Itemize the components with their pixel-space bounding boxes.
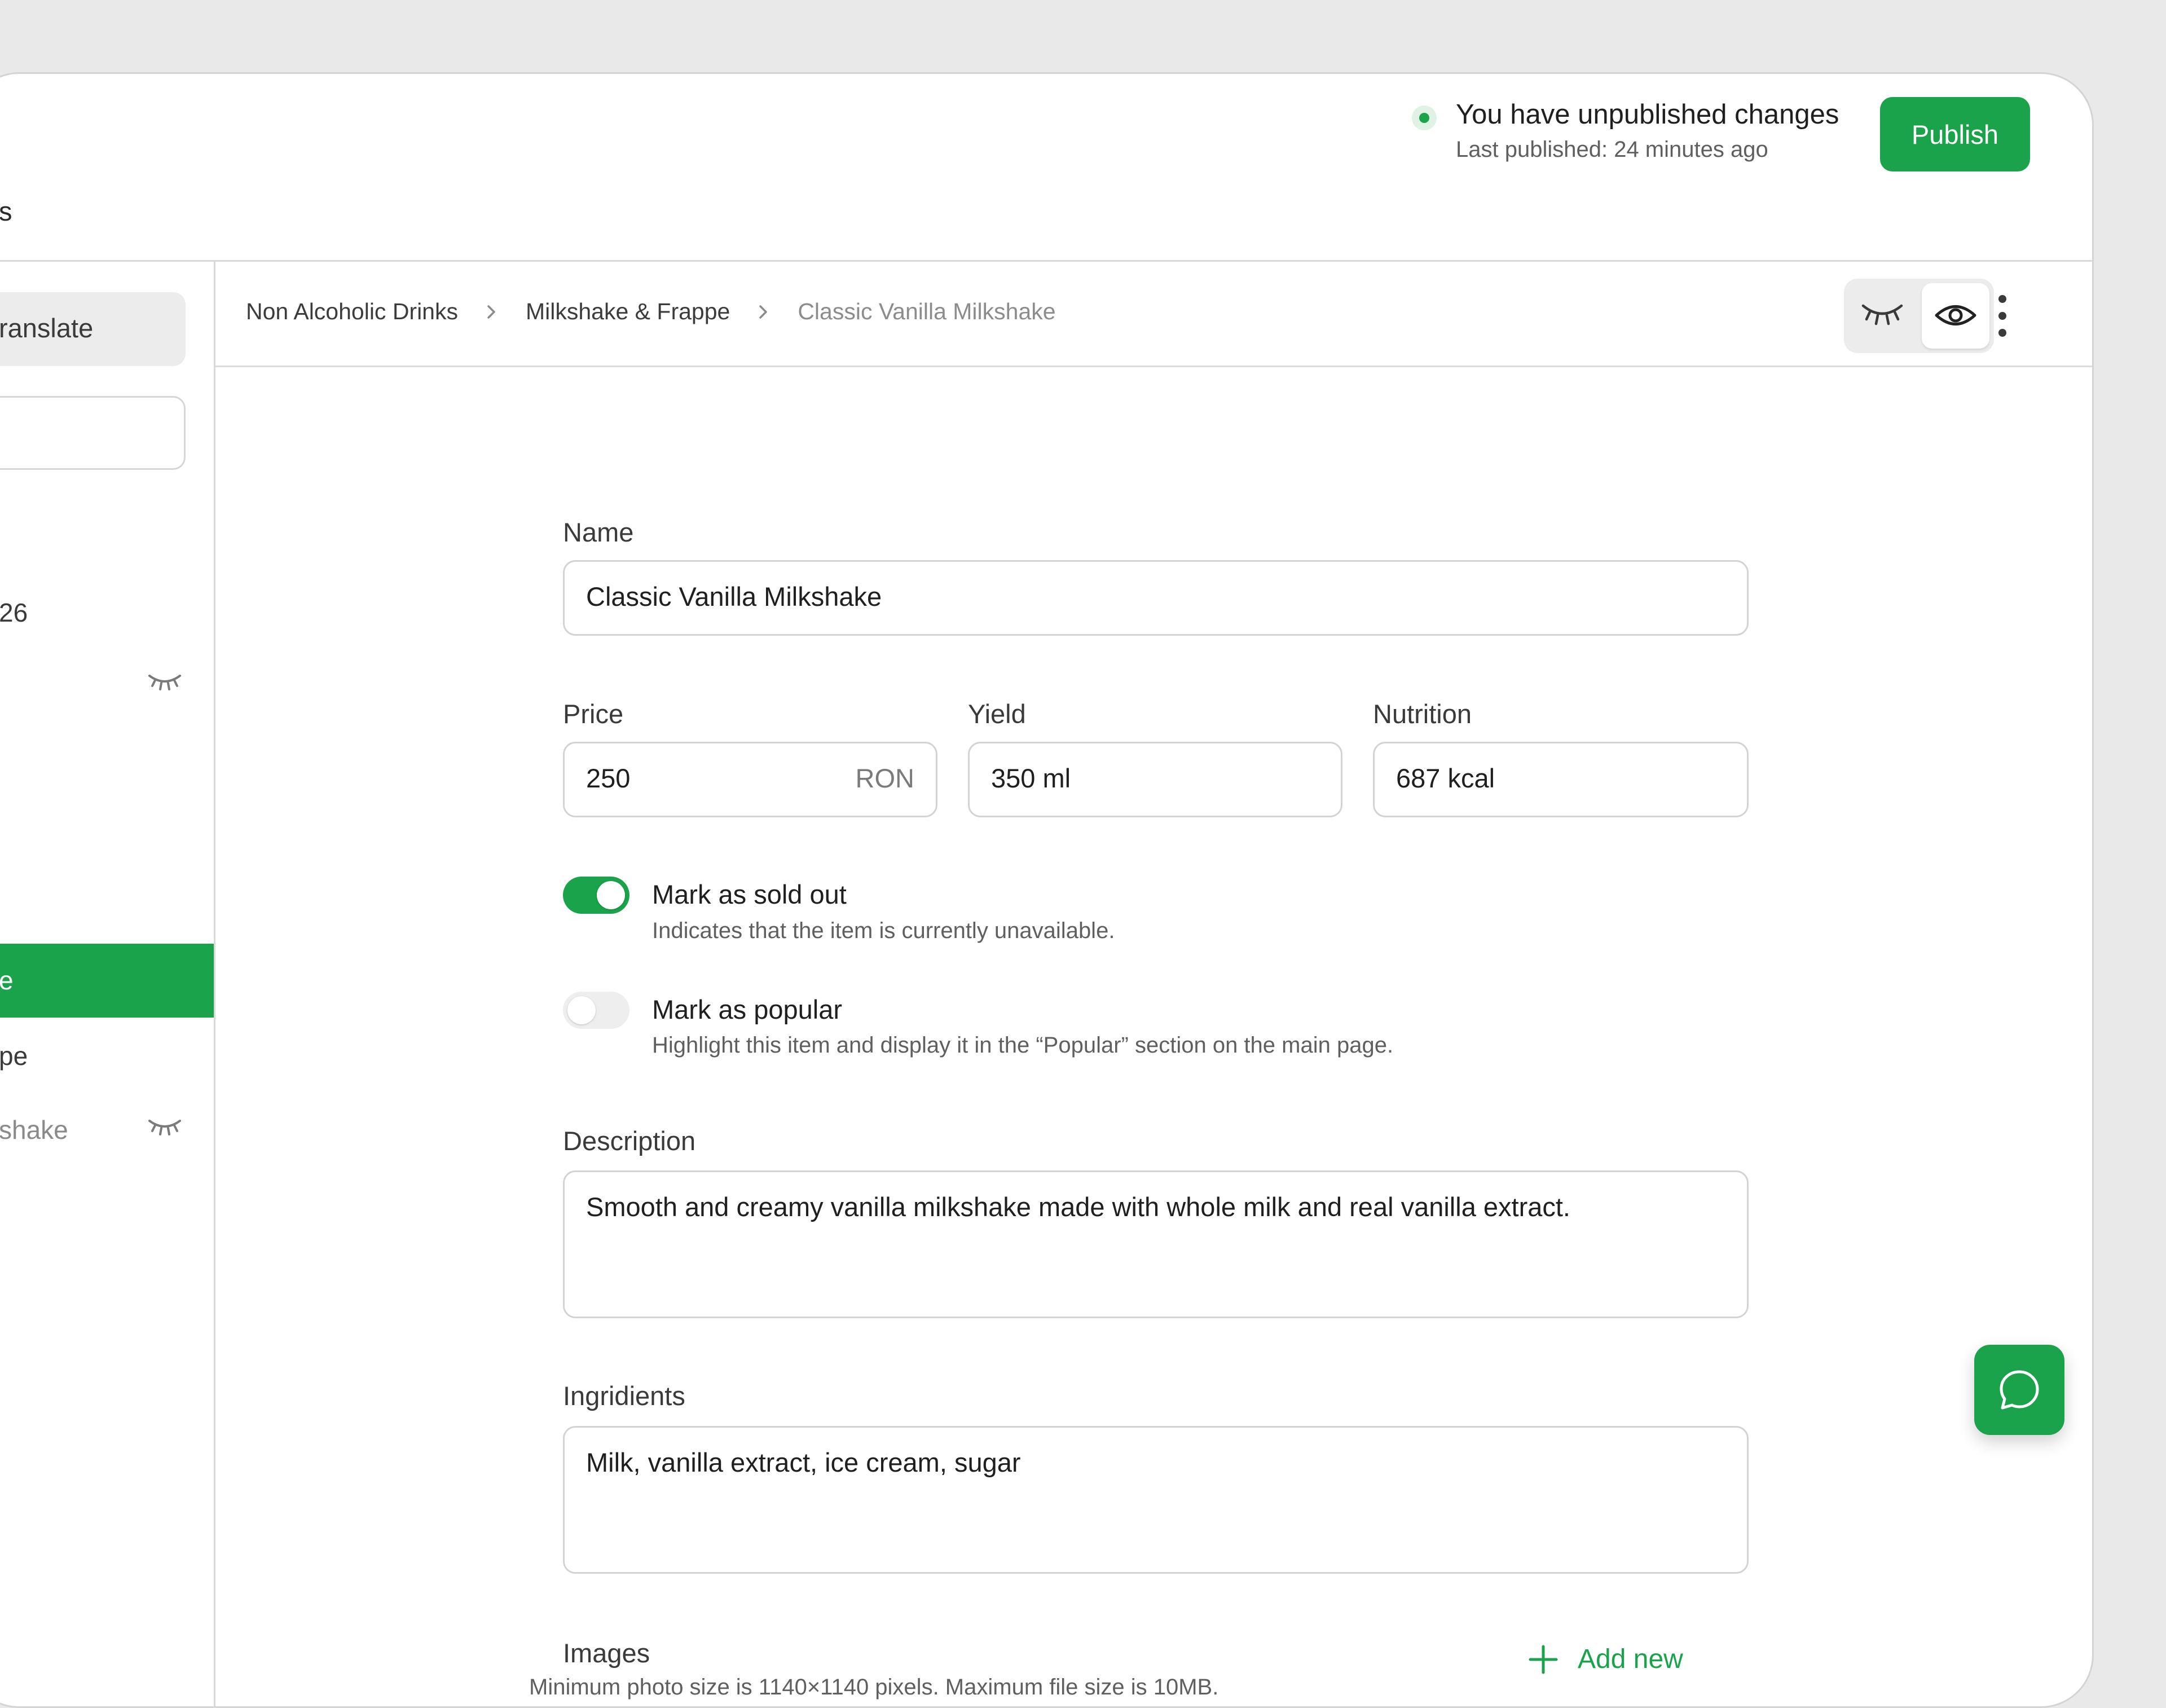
popular-title: Mark as popular — [652, 994, 842, 1024]
add-image-button[interactable]: Add new — [1528, 1644, 1683, 1675]
description-textarea[interactable]: Smooth and creamy vanilla milkshake made… — [563, 1170, 1749, 1318]
yield-input[interactable]: 350 ml — [968, 742, 1342, 817]
sidebar-item-active-label: e — [0, 966, 14, 995]
currency-suffix: RON — [855, 763, 914, 793]
ingredients-label: Ingridients — [563, 1381, 685, 1411]
nutrition-label: Nutrition — [1373, 699, 1472, 729]
sold-out-title: Mark as sold out — [652, 879, 847, 909]
nutrition-value: 687 kcal — [1396, 763, 1495, 793]
sold-out-description: Indicates that the item is currently una… — [652, 918, 1115, 943]
publish-button[interactable]: Publish — [1880, 97, 2030, 171]
breadcrumb-item[interactable]: Non Alcoholic Drinks — [246, 298, 458, 325]
ingredients-textarea[interactable]: Milk, vanilla extract, ice cream, sugar — [563, 1426, 1749, 1574]
sidebar-item-milkshake[interactable]: shake — [0, 1115, 68, 1145]
chevron-right-icon — [759, 305, 768, 319]
price-value: 250 — [586, 763, 631, 793]
eye-icon — [1935, 305, 1976, 325]
sidebar-search-input[interactable] — [0, 396, 186, 470]
sidebar-divider — [214, 262, 215, 1706]
sidebar-heading: s — [0, 196, 12, 226]
eye-closed-icon[interactable] — [147, 1117, 182, 1137]
eye-closed-icon[interactable] — [1861, 301, 1904, 329]
last-published-text: Last published: 24 minutes ago — [1456, 137, 1768, 162]
plus-icon — [1529, 1645, 1558, 1674]
breadcrumb-divider — [215, 366, 2092, 367]
images-label: Images — [563, 1638, 650, 1668]
chat-bubble-icon — [2000, 1370, 2039, 1410]
unpublished-status: You have unpublished changes — [1456, 99, 1839, 130]
chevron-right-icon — [487, 305, 495, 319]
visibility-toggle — [1844, 279, 1994, 353]
sidebar-item-count: 26 — [0, 598, 28, 627]
sold-out-toggle[interactable] — [563, 877, 629, 914]
status-dot-core — [1419, 113, 1429, 123]
price-label: Price — [563, 699, 624, 729]
nutrition-input[interactable]: 687 kcal — [1373, 742, 1749, 817]
name-input[interactable]: Classic Vanilla Milkshake — [563, 560, 1749, 636]
header-divider — [0, 260, 2092, 262]
breadcrumb-current: Classic Vanilla Milkshake — [798, 298, 1056, 324]
description-value: Smooth and creamy vanilla milkshake made… — [586, 1192, 1570, 1222]
visibility-on-option[interactable] — [1922, 283, 1989, 349]
popular-description: Highlight this item and display it in th… — [652, 1033, 1394, 1058]
app-window: You have unpublished changes Last publis… — [0, 72, 2094, 1708]
breadcrumb-item[interactable]: Milkshake & Frappe — [526, 298, 730, 325]
images-hint: Minimum photo size is 1140×1140 pixels. … — [529, 1675, 1219, 1700]
add-image-label: Add new — [1578, 1644, 1683, 1674]
name-value: Classic Vanilla Milkshake — [586, 582, 882, 611]
popular-toggle[interactable] — [563, 992, 629, 1029]
name-label: Name — [563, 517, 634, 547]
translate-label: ranslate — [0, 313, 94, 343]
sidebar-item-active[interactable] — [0, 944, 214, 1018]
price-input[interactable]: 250 RON — [563, 742, 937, 817]
sidebar-item-frappe[interactable]: pe — [0, 1041, 28, 1071]
chat-button[interactable] — [1974, 1345, 2064, 1435]
yield-label: Yield — [968, 699, 1026, 729]
yield-value: 350 ml — [991, 763, 1071, 793]
breadcrumb: Non Alcoholic Drinks Milkshake & Frappe … — [246, 298, 1056, 325]
more-vertical-icon[interactable] — [1997, 295, 2008, 337]
ingredients-value: Milk, vanilla extract, ice cream, sugar — [586, 1447, 1021, 1477]
description-label: Description — [563, 1126, 696, 1156]
eye-closed-icon[interactable] — [147, 672, 182, 692]
